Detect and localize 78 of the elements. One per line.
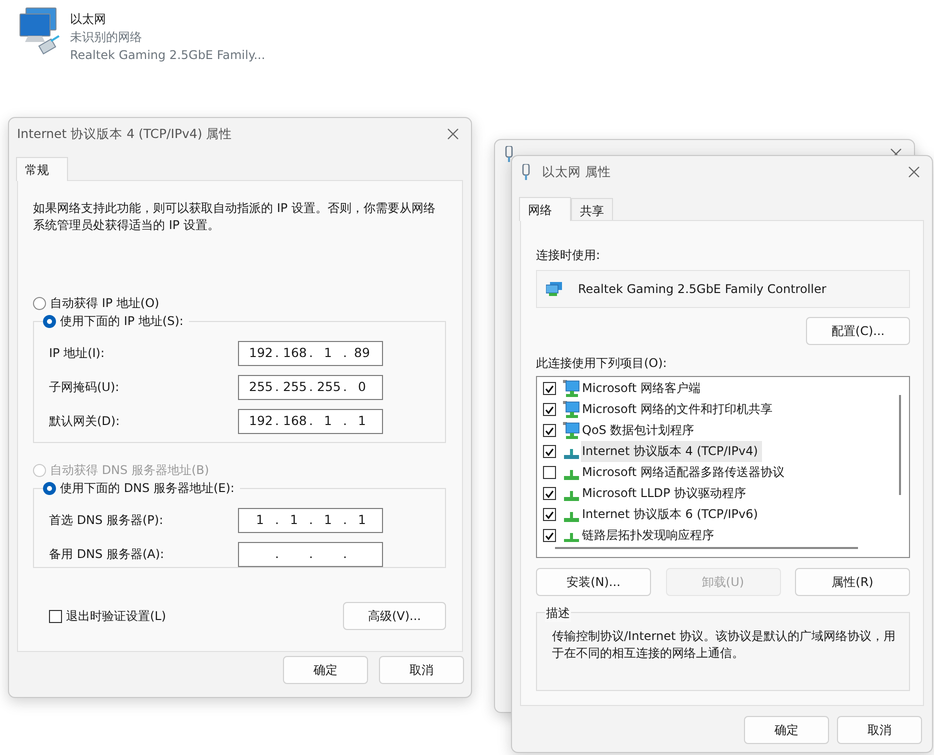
client-computer-icon — [562, 380, 580, 398]
checkbox[interactable] — [543, 445, 556, 458]
ip-address-field[interactable]: . . . — [238, 542, 383, 566]
field-label: 备用 DNS 服务器(A): — [48, 546, 166, 563]
field-label: 首选 DNS 服务器(P): — [48, 512, 164, 529]
list-item[interactable]: QoS 数据包计划程序 — [581, 420, 698, 441]
intro-text: 如果网络支持此功能，则可以获取自动指派的 IP 设置。否则，你需要从网络系统管理员处获得适当的 IP 设置。 — [33, 200, 436, 234]
section-label: 此连接使用下列项目(O): — [536, 355, 668, 372]
list-item[interactable]: Microsoft 网络的文件和打印机共享 — [581, 399, 776, 420]
client-computer-icon — [562, 400, 580, 418]
radio-label: 使用下面的 DNS 服务器地址(E): — [60, 480, 234, 497]
list-item[interactable]: 链路层拓扑发现响应程序 — [581, 525, 718, 542]
window-title: Internet 协议版本 4 (TCP/IPv4) 属性 — [17, 124, 232, 143]
checkbox[interactable] — [543, 424, 556, 437]
check-icon — [545, 490, 554, 498]
radio-label: 使用下面的 IP 地址(S): — [60, 313, 184, 330]
group-title: 描述 — [545, 604, 571, 622]
list-item[interactable]: Internet 协议版本 6 (TCP/IPv6) — [581, 504, 762, 525]
check-icon — [545, 384, 554, 392]
adapter-name: Realtek Gaming 2.5GbE Family... — [70, 47, 266, 64]
list-item[interactable]: Microsoft 网络适配器多路传送器协议 — [581, 462, 788, 483]
plug-icon — [520, 164, 532, 180]
dialog-button[interactable]: 取消 — [379, 656, 464, 684]
check-icon — [545, 406, 554, 414]
list-item[interactable]: Microsoft LLDP 协议驱动程序 — [581, 483, 750, 504]
radio-button[interactable] — [43, 482, 56, 494]
checkbox[interactable] — [543, 508, 556, 521]
protocol-icon — [564, 532, 579, 542]
radio-label: 自动获得 IP 地址(O) — [50, 295, 160, 312]
check-icon — [545, 426, 554, 434]
advanced-button[interactable]: 高级(V)... — [343, 602, 446, 630]
ip-address-field[interactable]: 192 . 168 . 1 . 89 — [238, 340, 383, 366]
radio-button[interactable] — [33, 296, 46, 310]
monitor-icon — [546, 282, 562, 296]
description-text: 传输控制协议/Internet 协议。该协议是默认的广域网络协议，用于在不同的相互连接的网络上通信。 — [552, 628, 897, 662]
tab[interactable]: 共享 — [571, 198, 613, 220]
dialog-button[interactable]: 确定 — [744, 716, 829, 744]
list-item[interactable]: Microsoft 网络客户端 — [581, 378, 704, 399]
window-title: 以太网 属性 — [542, 162, 611, 181]
check-icon — [545, 448, 554, 456]
tab[interactable]: 常规 — [16, 157, 68, 181]
checkbox[interactable] — [543, 487, 556, 500]
radio-button[interactable] — [43, 314, 56, 328]
checkbox[interactable] — [543, 529, 556, 542]
network-status: 未识别的网络 — [70, 29, 143, 46]
check-icon — [545, 532, 554, 540]
radio-label: 自动获得 DNS 服务器地址(B) — [50, 462, 210, 479]
protocol-icon — [564, 448, 579, 458]
ip-address-field[interactable]: 255 . 255 . 255 . 0 — [238, 374, 383, 400]
network-adapter-icon — [18, 6, 62, 56]
checkbox[interactable] — [543, 466, 556, 479]
plug-icon — [503, 146, 515, 162]
configure-button[interactable]: 配置(C)... — [806, 317, 910, 345]
field-label: 默认网关(D): — [48, 413, 121, 430]
checkbox-label: 退出时验证设置(L) — [66, 608, 166, 625]
network-name: 以太网 — [70, 11, 107, 28]
field-label: IP 地址(I): — [48, 345, 106, 362]
checkbox[interactable] — [543, 403, 556, 416]
list-item[interactable]: Internet 协议版本 4 (TCP/IPv4) — [581, 441, 762, 462]
close-icon — [447, 128, 459, 140]
section-label: 连接时使用: — [536, 247, 602, 264]
field-label: 子网掩码(U): — [48, 379, 120, 396]
action-button[interactable]: 安装(N)... — [536, 568, 651, 596]
checkbox[interactable] — [49, 610, 62, 622]
action-button[interactable]: 属性(R) — [795, 568, 910, 596]
ip-address-field[interactable]: 1 . 1 . 1 . 1 — [238, 508, 383, 532]
checkbox[interactable] — [543, 382, 556, 395]
dialog-button[interactable]: 确定 — [283, 656, 368, 684]
client-computer-icon — [562, 422, 580, 440]
check-icon — [545, 510, 554, 518]
close-icon — [908, 166, 920, 178]
adapter-name: Realtek Gaming 2.5GbE Family Controller — [578, 281, 826, 298]
protocol-icon — [564, 512, 579, 522]
protocol-icon — [564, 490, 579, 500]
tab[interactable]: 网络 — [519, 197, 571, 221]
ip-address-field[interactable]: 192 . 168 . 1 . 1 — [238, 408, 383, 434]
protocol-icon — [564, 470, 579, 480]
dialog-button[interactable]: 取消 — [837, 716, 922, 744]
